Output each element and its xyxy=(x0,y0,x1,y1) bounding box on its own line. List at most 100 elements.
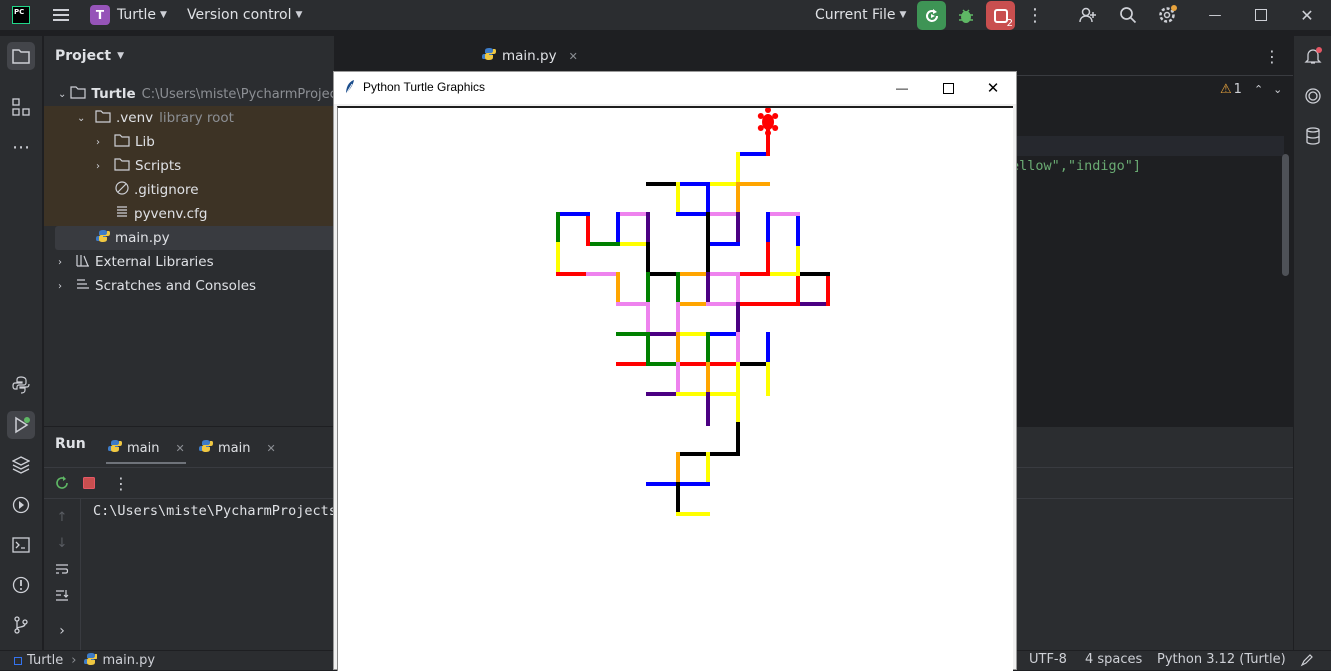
chevron-down-icon[interactable]: ⌄ xyxy=(1273,83,1282,96)
tree-item-venv[interactable]: ⌄ .venv library root xyxy=(44,106,334,130)
status-interpreter[interactable]: Python 3.12 (Turtle) xyxy=(1157,652,1286,667)
library-icon xyxy=(76,253,90,271)
run-tool-icon[interactable] xyxy=(7,411,35,439)
scroll-up-icon[interactable]: ↑ xyxy=(52,507,72,527)
inspection-widget[interactable]: ⚠ 1 ⌃ ⌄ xyxy=(1220,82,1282,97)
run-tab-label: main xyxy=(218,440,251,456)
ignore-file-icon xyxy=(115,181,129,199)
tree-item-scripts[interactable]: › Scripts xyxy=(44,154,334,178)
root-folder-name: Turtle xyxy=(91,86,136,102)
close-window-icon[interactable]: ✕ xyxy=(1297,5,1317,25)
add-user-icon[interactable] xyxy=(1077,4,1099,26)
chevron-right-icon: › xyxy=(96,136,100,148)
more-actions-icon[interactable]: ⋮ xyxy=(1025,4,1045,26)
chevron-right-icon: › xyxy=(96,160,100,172)
project-tool-folder-icon[interactable] xyxy=(7,42,35,70)
scratches-icon xyxy=(76,277,90,295)
terminal-icon[interactable] xyxy=(7,531,35,559)
tree-item-gitignore[interactable]: .gitignore xyxy=(44,178,334,202)
chevron-right-icon: › xyxy=(58,256,62,268)
ai-assistant-icon[interactable] xyxy=(1299,82,1327,110)
rerun-button[interactable] xyxy=(917,1,946,30)
more-tools-icon[interactable]: ⋯ xyxy=(7,133,35,161)
editor-scrollbar-thumb[interactable] xyxy=(1282,154,1289,276)
gitignore-file-name: .gitignore xyxy=(134,182,199,198)
project-panel-header[interactable]: Project ▼ xyxy=(55,48,124,64)
right-tool-strip xyxy=(1293,36,1331,650)
turtle-close-icon[interactable]: ✕ xyxy=(983,78,1003,98)
debug-button[interactable] xyxy=(954,4,978,28)
turtle-canvas[interactable] xyxy=(337,106,1013,671)
turtle-graphics-window[interactable]: Python Turtle Graphics — ✕ xyxy=(333,71,1017,671)
bug-icon xyxy=(959,9,973,23)
structure-icon[interactable] xyxy=(7,93,35,121)
status-file-name: main.py xyxy=(102,653,156,668)
read-only-lock-icon[interactable] xyxy=(1300,653,1314,671)
settings-gear-icon[interactable] xyxy=(1156,4,1178,26)
maximize-window-icon[interactable] xyxy=(1251,5,1271,25)
tree-item-root[interactable]: ⌄ Turtle C:\Users\miste\PycharmProject xyxy=(44,82,342,106)
main-menu-icon[interactable] xyxy=(50,5,72,25)
status-project-name: Turtle xyxy=(27,653,64,668)
warning-icon: ⚠ xyxy=(1220,82,1232,97)
vcs-widget[interactable]: Version control ▼ xyxy=(187,4,302,26)
tree-item-main[interactable]: main.py xyxy=(55,226,334,250)
run-tab-main-1[interactable]: main ✕ xyxy=(106,433,186,463)
folder-icon xyxy=(114,133,130,151)
scripts-folder-name: Scripts xyxy=(135,158,182,174)
run-more-icon[interactable]: ⋮ xyxy=(113,473,129,493)
stop-process-icon[interactable] xyxy=(79,473,99,493)
python-packages-icon[interactable] xyxy=(7,451,35,479)
git-icon[interactable] xyxy=(7,611,35,639)
run-config-selector[interactable]: Current File ▼ xyxy=(815,4,906,26)
soft-wrap-icon[interactable] xyxy=(52,559,72,579)
notifications-bell-icon[interactable] xyxy=(1299,42,1327,70)
rerun-icon[interactable] xyxy=(52,473,72,493)
python-file-icon xyxy=(199,439,213,457)
database-icon[interactable] xyxy=(1299,122,1327,150)
lib-folder-name: Lib xyxy=(135,134,155,150)
turtle-minimize-icon[interactable]: — xyxy=(892,78,912,98)
turtle-maximize-icon[interactable] xyxy=(938,78,958,98)
run-config-label: Current File xyxy=(815,7,896,23)
search-icon[interactable] xyxy=(1117,4,1139,26)
python-console-icon[interactable] xyxy=(7,371,35,399)
status-encoding[interactable]: UTF-8 xyxy=(1029,652,1067,667)
turtle-window-title-bar[interactable]: Python Turtle Graphics — ✕ xyxy=(334,72,1016,104)
folder-icon xyxy=(95,109,111,127)
tree-item-pyvenv[interactable]: pyvenv.cfg xyxy=(44,202,334,226)
services-icon[interactable] xyxy=(7,491,35,519)
scroll-to-end-icon[interactable] xyxy=(52,585,72,605)
folder-icon xyxy=(114,157,130,175)
chevron-up-icon[interactable]: ⌃ xyxy=(1254,83,1263,96)
code-string-yellow: ellow", xyxy=(1011,158,1068,174)
editor-more-icon[interactable]: ⋮ xyxy=(1264,46,1280,66)
run-panel-title: Run xyxy=(55,436,86,452)
status-indent[interactable]: 4 spaces xyxy=(1085,652,1142,667)
problems-icon[interactable] xyxy=(7,571,35,599)
code-line-fragment[interactable]: ellow","indigo"] xyxy=(1011,158,1141,174)
tree-item-external-libraries[interactable]: › External Libraries xyxy=(44,250,334,274)
tree-item-lib[interactable]: › Lib xyxy=(44,130,334,154)
chevron-right-icon: › xyxy=(58,280,62,292)
editor-tab-main[interactable]: main.py ✕ xyxy=(482,44,578,68)
stop-button[interactable]: 2 xyxy=(986,1,1015,30)
run-tab-main-2[interactable]: main ✕ xyxy=(199,433,279,463)
close-tab-icon[interactable]: ✕ xyxy=(569,50,578,63)
chevron-down-icon: ▼ xyxy=(295,10,303,20)
status-project[interactable]: Turtle › main.py xyxy=(14,652,155,669)
tree-item-scratches[interactable]: › Scratches and Consoles xyxy=(44,274,334,298)
minimize-window-icon[interactable]: — xyxy=(1205,5,1225,25)
folder-icon xyxy=(70,85,86,103)
chevron-down-icon: ▼ xyxy=(160,10,167,20)
close-tab-icon[interactable]: ✕ xyxy=(175,442,184,455)
project-widget[interactable]: T Turtle ▼ xyxy=(90,4,167,26)
close-tab-icon[interactable]: ✕ xyxy=(266,442,275,455)
venv-folder-name: .venv xyxy=(116,110,154,126)
pycharm-logo-icon: PC xyxy=(12,6,30,24)
scroll-down-icon[interactable]: ↓ xyxy=(52,533,72,553)
project-badge: T xyxy=(90,5,110,25)
expand-chevron-icon[interactable]: › xyxy=(52,621,72,641)
chevron-down-icon: ⌄ xyxy=(58,88,67,100)
warning-count: 1 xyxy=(1233,82,1242,97)
